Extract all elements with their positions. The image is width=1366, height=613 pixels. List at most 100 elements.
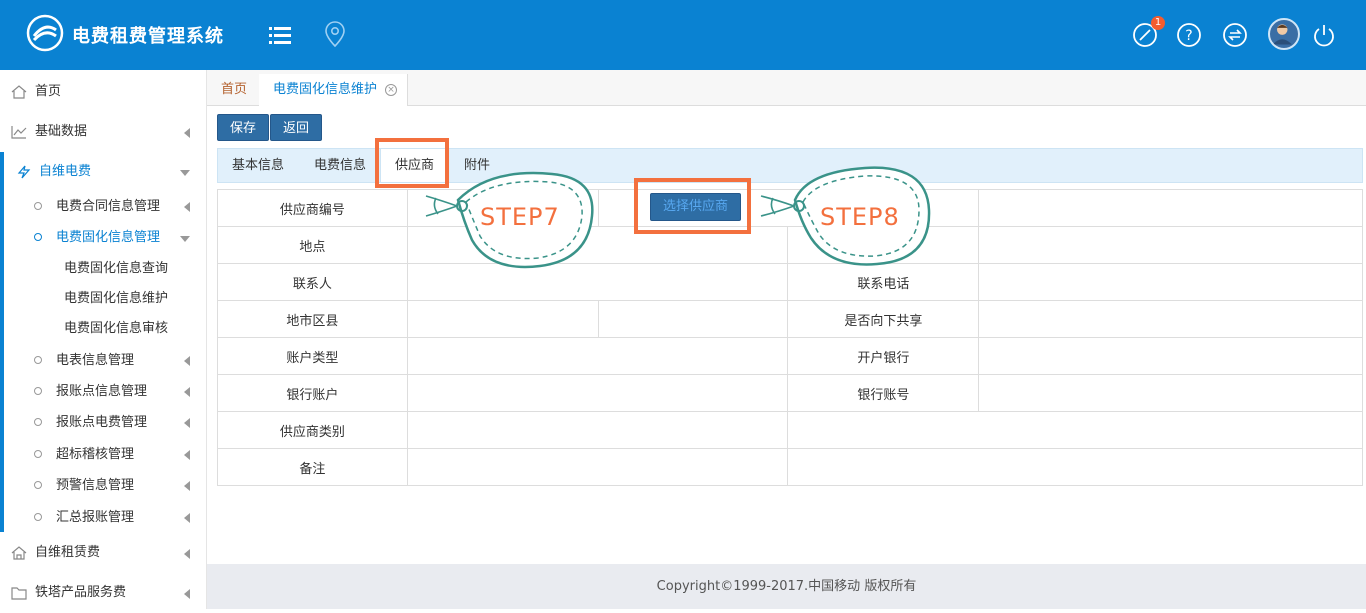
remark-field[interactable]	[406, 448, 789, 486]
chevron-left-icon	[184, 450, 190, 460]
sidebar-sub-item[interactable]: 报账点信息管理	[0, 377, 206, 407]
opening-bank-field[interactable]	[978, 337, 1363, 375]
sidebar-sub-label: 预警信息管理	[56, 478, 135, 493]
tab-basic-info[interactable]: 基本信息	[218, 149, 298, 182]
sidebar-item-label: 铁塔产品服务费	[35, 585, 127, 600]
label-supplier-type: 供应商类别	[217, 411, 408, 449]
chart-line-icon	[11, 126, 27, 139]
label-account-type: 账户类型	[217, 337, 408, 375]
svg-text:?: ?	[1185, 28, 1192, 44]
lightning-icon	[17, 165, 31, 179]
sidebar-item-home[interactable]: 首页	[0, 72, 206, 112]
sidebar-sub-item[interactable]: 电表信息管理	[0, 346, 206, 376]
label-bank-account-no: 银行账号	[787, 374, 980, 412]
chevron-left-icon	[184, 481, 190, 491]
account-type-field[interactable]	[406, 337, 789, 375]
chevron-down-icon	[180, 236, 190, 242]
help-icon[interactable]: ?	[1176, 22, 1202, 48]
sidebar-sub-label: 电表信息管理	[56, 353, 135, 368]
share-down-field[interactable]	[978, 300, 1363, 338]
tab-electricity-info[interactable]: 电费信息	[300, 149, 380, 182]
notification-badge: 1	[1151, 16, 1165, 30]
sidebar-item-self-rent[interactable]: 自维租赁费	[0, 533, 206, 573]
empty-cell	[787, 411, 1363, 449]
chevron-left-icon	[184, 418, 190, 428]
label-location: 地点	[217, 226, 408, 264]
sidebar-sub-label: 电费固化信息管理	[56, 230, 161, 245]
sidebar-sub-label: 超标稽核管理	[56, 447, 135, 462]
sidebar-leaf-item[interactable]: 电费固化信息查询	[64, 254, 168, 284]
sidebar: 首页 基础数据 自维电费 电费合同信息管理 电费固化信息管理 电费固化信息查询 …	[0, 70, 207, 609]
tab-home[interactable]: 首页	[207, 74, 263, 106]
sidebar-sub-item[interactable]: 预警信息管理	[0, 471, 206, 501]
sidebar-item-self-electricity[interactable]: 自维电费	[0, 152, 206, 192]
top-header: 电费租费管理系统 1 ?	[0, 0, 1366, 70]
chevron-left-icon	[184, 356, 190, 366]
chevron-left-icon	[184, 549, 190, 559]
label-contact: 联系人	[217, 263, 408, 301]
bank-account-no-field[interactable]	[978, 374, 1363, 412]
sidebar-sub-item-active[interactable]: 电费固化信息管理	[0, 223, 206, 253]
sidebar-sub-item[interactable]: 超标稽核管理	[0, 440, 206, 470]
label-bank-account: 银行账户	[217, 374, 408, 412]
label-remark: 备注	[217, 448, 408, 486]
contact-phone-field[interactable]	[978, 263, 1363, 301]
bullet-icon	[34, 513, 42, 521]
sidebar-sub-label: 汇总报账管理	[56, 510, 135, 525]
sidebar-sub-label: 报账点电费管理	[56, 415, 148, 430]
house-icon	[11, 546, 27, 560]
sidebar-item-basic-data[interactable]: 基础数据	[0, 112, 206, 152]
page-tab-bar: 首页 电费固化信息维护 ×	[207, 70, 1366, 106]
home-icon	[11, 85, 27, 99]
label-opening-bank: 开户银行	[787, 337, 980, 375]
switch-icon[interactable]	[1222, 22, 1248, 48]
sidebar-sub-label: 报账点信息管理	[56, 384, 148, 399]
sidebar-sub-item[interactable]: 电费合同信息管理	[0, 192, 206, 222]
sidebar-item-label: 自维电费	[39, 164, 92, 179]
label-share-down: 是否向下共享	[787, 300, 980, 338]
bank-account-field[interactable]	[406, 374, 789, 412]
empty-cell	[978, 189, 1363, 227]
sidebar-leaf-item[interactable]: 电费固化信息维护	[64, 284, 168, 314]
tab-current[interactable]: 电费固化信息维护 ×	[259, 74, 409, 106]
chevron-left-icon	[184, 202, 190, 212]
empty-cell	[978, 226, 1363, 264]
step8-label: STEP8	[820, 203, 900, 231]
sidebar-item-label: 首页	[35, 84, 62, 99]
chevron-left-icon	[184, 513, 190, 523]
sidebar-item-label: 自维租赁费	[35, 545, 101, 560]
chevron-left-icon	[184, 387, 190, 397]
step8-highlight-box	[634, 178, 751, 234]
back-button[interactable]: 返回	[270, 114, 323, 141]
bullet-icon	[34, 356, 42, 364]
sidebar-leaf-item[interactable]: 电费固化信息审核	[64, 314, 168, 344]
footer-copyright: Copyright©1999-2017.中国移动 版权所有	[207, 564, 1366, 609]
bullet-icon	[34, 233, 42, 241]
sidebar-sub-item[interactable]: 报账点电费管理	[0, 408, 206, 438]
china-mobile-logo	[26, 14, 64, 52]
bullet-icon	[34, 418, 42, 426]
bullet-icon	[34, 481, 42, 489]
user-avatar[interactable]	[1268, 18, 1300, 50]
close-icon[interactable]: ×	[385, 84, 398, 96]
menu-list-icon[interactable]	[269, 24, 291, 46]
tab-current-label: 电费固化信息维护	[273, 82, 378, 97]
bullet-icon	[34, 202, 42, 210]
bullet-icon	[34, 450, 42, 458]
sidebar-sub-item[interactable]: 汇总报账管理	[0, 503, 206, 533]
step7-label: STEP7	[480, 203, 560, 231]
label-region: 地市区县	[217, 300, 408, 338]
supplier-type-field[interactable]	[406, 411, 789, 449]
save-button[interactable]: 保存	[217, 114, 270, 141]
power-icon[interactable]	[1311, 22, 1337, 48]
location-pin-icon[interactable]	[325, 21, 345, 47]
city-field[interactable]	[406, 300, 599, 338]
sidebar-item-label: 基础数据	[35, 124, 88, 139]
bullet-icon	[34, 387, 42, 395]
folder-icon	[11, 587, 27, 600]
empty-cell	[787, 448, 1363, 486]
sidebar-item-tower[interactable]: 铁塔产品服务费	[0, 573, 206, 613]
chevron-left-icon	[184, 589, 190, 599]
county-field[interactable]	[597, 300, 789, 338]
sidebar-sub-label: 电费合同信息管理	[56, 199, 161, 214]
